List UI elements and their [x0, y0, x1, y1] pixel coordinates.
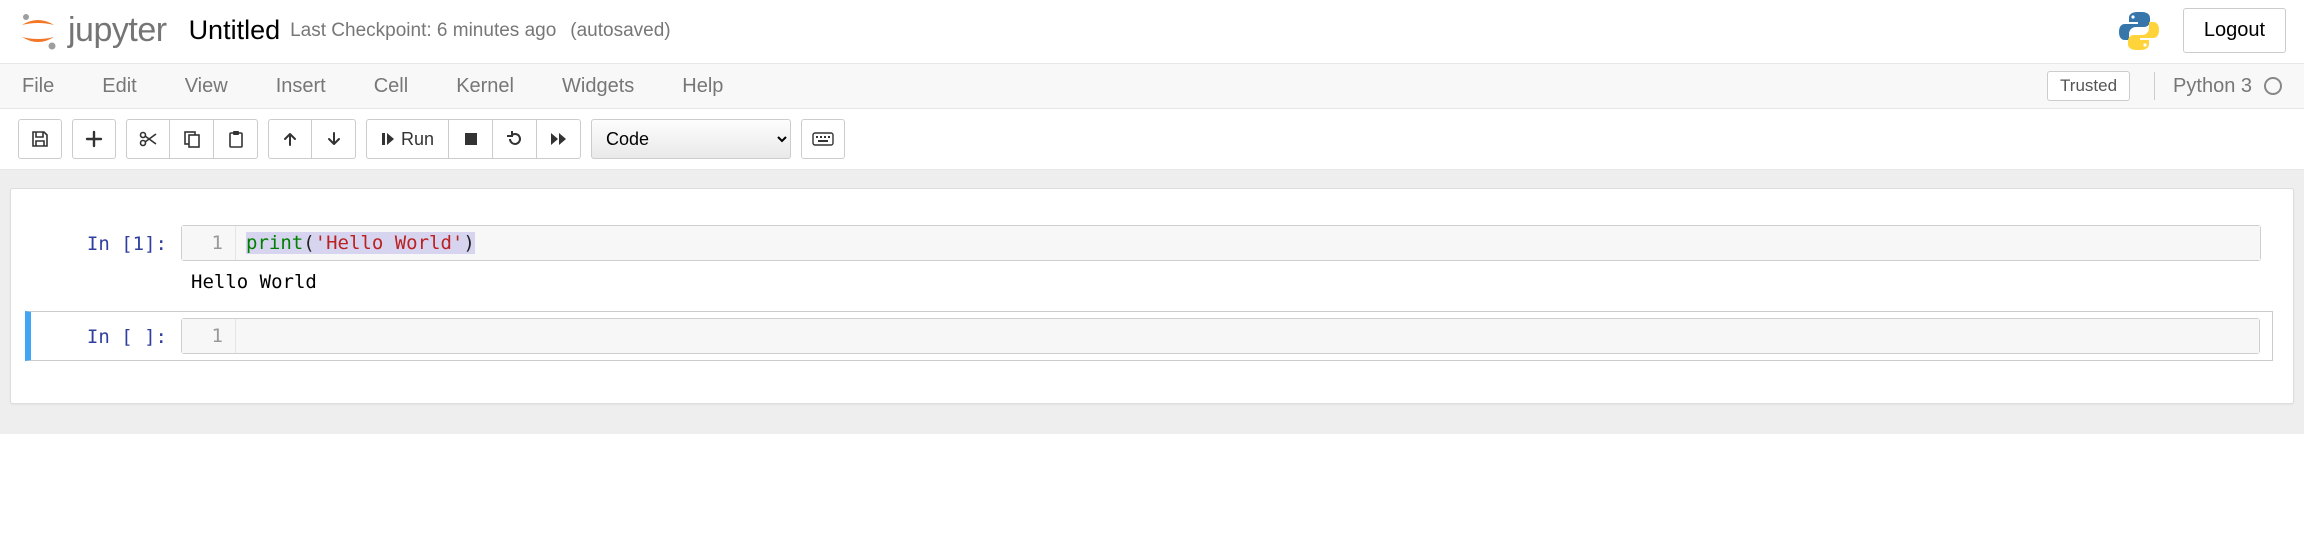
header: jupyter Untitled Last Checkpoint: 6 minu…	[0, 0, 2304, 63]
python-icon	[2117, 9, 2161, 53]
kernel-name[interactable]: Python 3	[2173, 75, 2252, 98]
move-up-button[interactable]	[268, 119, 312, 159]
notebook-container: In [1]: 1 print('Hello World') Hello Wor…	[10, 188, 2294, 404]
code-content[interactable]: print('Hello World')	[236, 226, 2260, 260]
menu-file[interactable]: File	[22, 75, 54, 98]
menu-widgets[interactable]: Widgets	[562, 75, 634, 98]
menubar: File Edit View Insert Cell Kernel Widget…	[0, 63, 2304, 109]
input-prompt: In [1]:	[31, 225, 181, 293]
jupyter-logo-text: jupyter	[68, 11, 167, 50]
menu-help[interactable]: Help	[682, 75, 723, 98]
arrow-down-icon	[326, 131, 342, 147]
arrow-up-icon	[282, 131, 298, 147]
run-button[interactable]: Run	[366, 119, 449, 159]
input-prompt: In [ ]:	[31, 318, 181, 354]
scissors-icon	[138, 130, 158, 148]
restart-button[interactable]	[493, 119, 537, 159]
menu-kernel[interactable]: Kernel	[456, 75, 514, 98]
line-number: 1	[182, 319, 236, 353]
line-number: 1	[182, 226, 236, 260]
cell-output: Hello World	[181, 271, 327, 293]
fast-forward-icon	[550, 132, 568, 146]
code-cell[interactable]: In [1]: 1 print('Hello World') Hello Wor…	[31, 219, 2273, 299]
toolbar: Run Code Markdown Raw NBConvert Heading	[0, 109, 2304, 170]
menu-edit[interactable]: Edit	[102, 75, 136, 98]
code-input-area[interactable]: 1 print('Hello World')	[181, 225, 2261, 261]
move-down-button[interactable]	[312, 119, 356, 159]
trusted-badge[interactable]: Trusted	[2047, 71, 2130, 101]
run-icon	[381, 132, 395, 146]
keyboard-icon	[812, 132, 834, 146]
restart-run-all-button[interactable]	[537, 119, 581, 159]
code-input-area[interactable]: 1	[181, 318, 2260, 354]
kernel-indicator-icon[interactable]	[2264, 77, 2282, 95]
restart-icon	[506, 130, 524, 148]
logout-button[interactable]: Logout	[2183, 8, 2286, 53]
paste-icon	[227, 130, 245, 148]
cut-button[interactable]	[126, 119, 170, 159]
paste-button[interactable]	[214, 119, 258, 159]
jupyter-logo[interactable]: jupyter	[18, 11, 167, 51]
menu-view[interactable]: View	[185, 75, 228, 98]
command-palette-button[interactable]	[801, 119, 845, 159]
notebook-name[interactable]: Untitled	[189, 15, 281, 46]
checkpoint-status: Last Checkpoint: 6 minutes ago	[290, 20, 556, 42]
autosave-status: (autosaved)	[570, 20, 670, 42]
code-cell[interactable]: In [ ]: 1	[25, 311, 2273, 361]
code-content[interactable]	[236, 319, 2259, 353]
menu-cell[interactable]: Cell	[374, 75, 408, 98]
plus-icon	[85, 130, 103, 148]
interrupt-button[interactable]	[449, 119, 493, 159]
save-icon	[31, 130, 49, 148]
insert-cell-button[interactable]	[72, 119, 116, 159]
copy-button[interactable]	[170, 119, 214, 159]
cell-type-select[interactable]: Code Markdown Raw NBConvert Heading	[591, 119, 791, 159]
stop-icon	[464, 132, 478, 146]
notebook-background: In [1]: 1 print('Hello World') Hello Wor…	[0, 170, 2304, 434]
divider	[2154, 72, 2155, 100]
copy-icon	[183, 130, 201, 148]
jupyter-icon	[18, 11, 58, 51]
menu-insert[interactable]: Insert	[276, 75, 326, 98]
save-button[interactable]	[18, 119, 62, 159]
run-button-label: Run	[401, 129, 434, 150]
